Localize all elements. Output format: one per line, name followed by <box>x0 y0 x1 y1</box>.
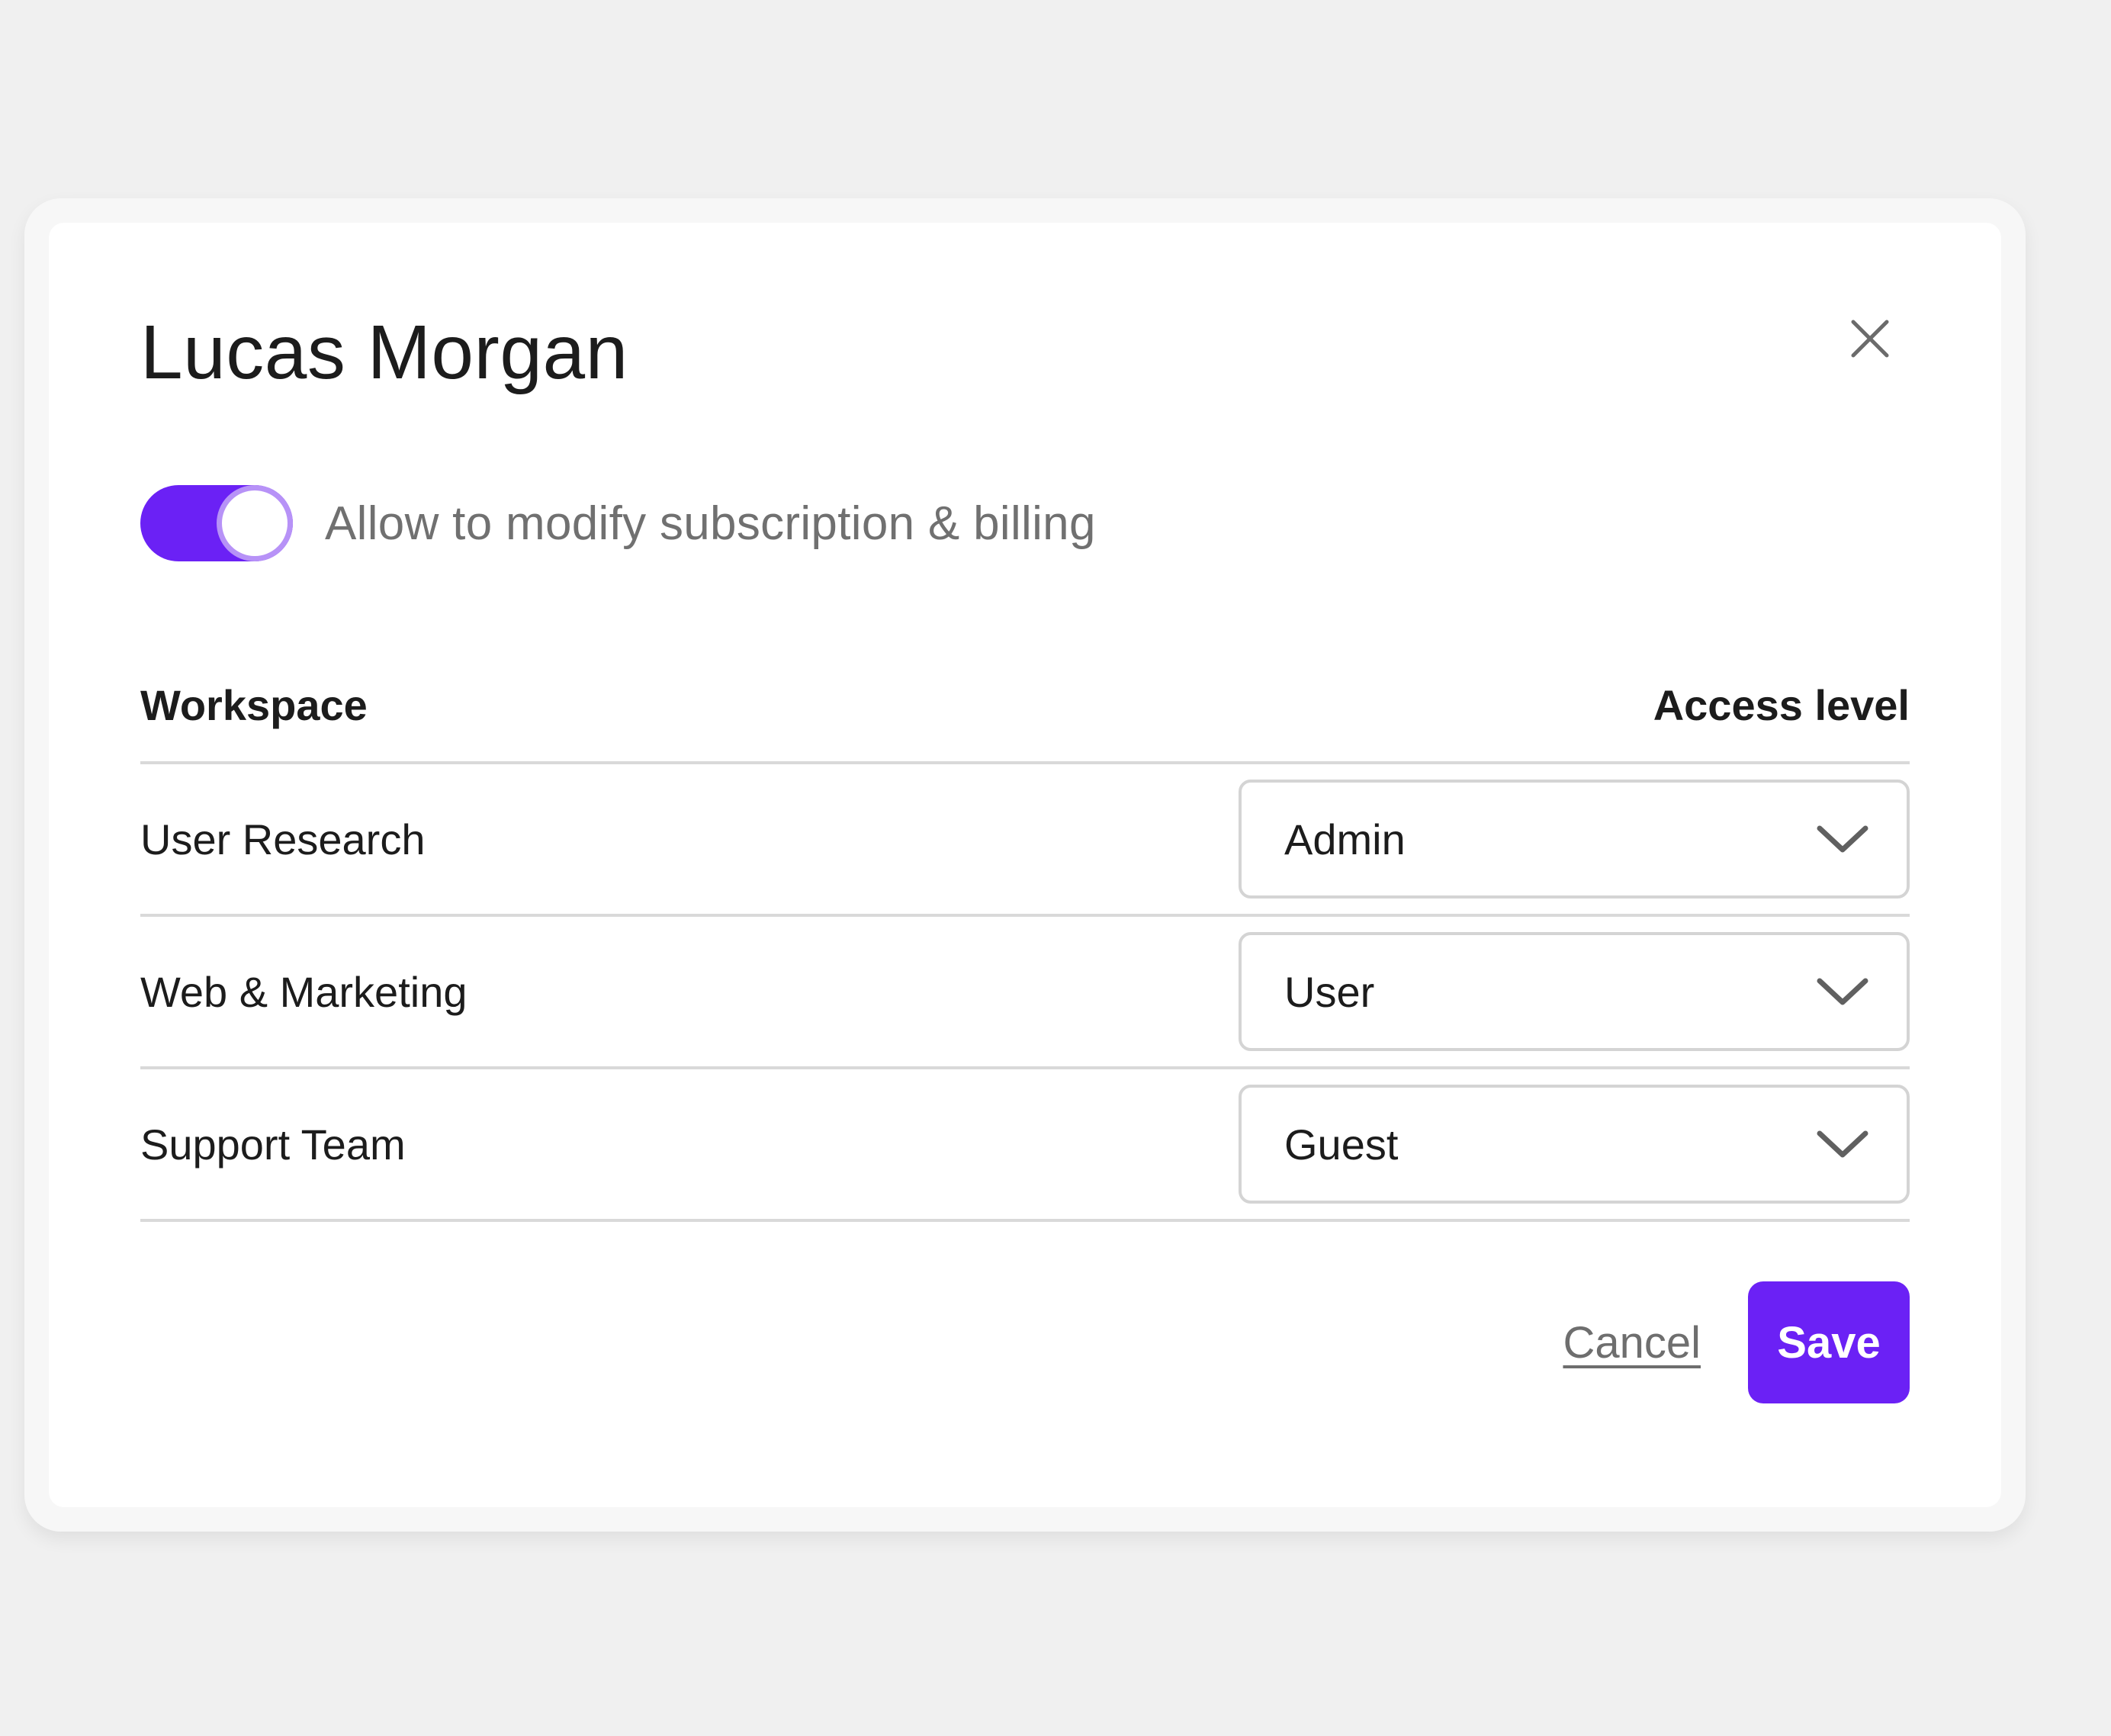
chevron-down-icon <box>1815 1127 1870 1161</box>
modal-frame: Lucas Morgan Allow to modify subscriptio… <box>24 198 2026 1532</box>
access-level-select[interactable]: Admin <box>1239 780 1910 899</box>
chevron-down-icon <box>1815 975 1870 1008</box>
modal-footer: Cancel Save <box>1563 1281 1910 1403</box>
access-level-value: Guest <box>1284 1120 1399 1169</box>
table-header: Workspace Access level <box>140 657 1910 764</box>
modal-title: Lucas Morgan <box>140 310 628 395</box>
close-button[interactable] <box>1839 308 1901 369</box>
billing-permission-row: Allow to modify subscription & billing <box>140 485 1096 561</box>
cancel-button[interactable]: Cancel <box>1563 1317 1701 1368</box>
workspace-access-table: Workspace Access level User Research Adm… <box>140 657 1910 1222</box>
access-level-value: User <box>1284 967 1375 1016</box>
billing-permission-label: Allow to modify subscription & billing <box>325 497 1096 550</box>
save-button[interactable]: Save <box>1748 1281 1910 1403</box>
workspace-column-header: Workspace <box>140 680 368 729</box>
access-level-column-header: Access level <box>1653 680 1910 729</box>
toggle-knob <box>217 485 293 561</box>
table-row: Support Team Guest <box>140 1069 1910 1222</box>
workspace-name: Support Team <box>140 1120 406 1169</box>
access-level-value: Admin <box>1284 815 1406 863</box>
table-row: Web & Marketing User <box>140 917 1910 1069</box>
access-level-select[interactable]: User <box>1239 932 1910 1051</box>
chevron-down-icon <box>1815 822 1870 856</box>
workspace-name: User Research <box>140 815 426 863</box>
table-row: User Research Admin <box>140 764 1910 917</box>
billing-permission-toggle[interactable] <box>140 485 293 561</box>
workspace-name: Web & Marketing <box>140 967 468 1016</box>
access-level-select[interactable]: Guest <box>1239 1085 1910 1204</box>
user-access-modal: Lucas Morgan Allow to modify subscriptio… <box>49 223 2001 1507</box>
close-icon <box>1851 320 1889 358</box>
